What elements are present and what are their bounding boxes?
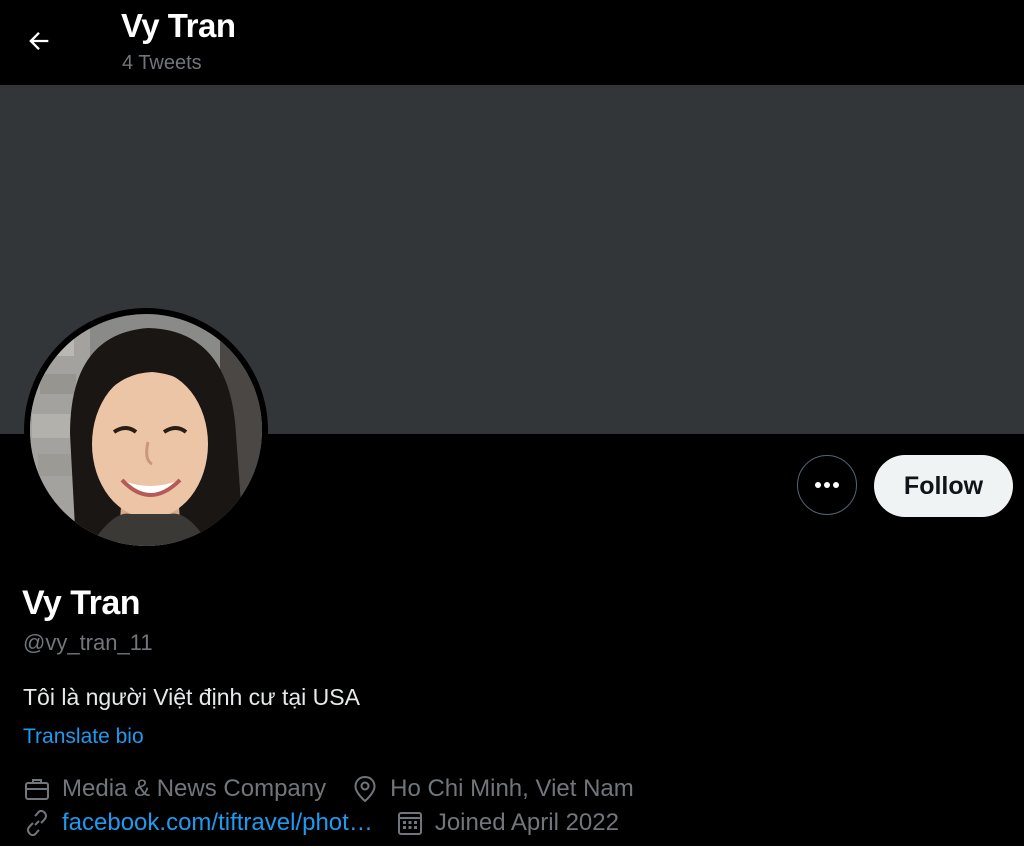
profile-location: Ho Chi Minh, Viet Nam [350,774,634,804]
profile-display-name: Vy Tran [22,584,141,622]
website-link[interactable]: facebook.com/tiftravel/phot… [62,809,373,837]
translate-bio-link[interactable]: Translate bio [23,725,144,749]
avatar[interactable] [24,308,268,552]
more-horizontal-icon [815,482,839,488]
profile-header: Vy Tran 4 Tweets [0,0,1024,85]
tweet-count: 4 Tweets [122,52,202,74]
profile-page: Vy Tran 4 Tweets Follow Vy Tran @vy_tran… [0,0,1024,846]
follow-button[interactable]: Follow [874,455,1013,517]
calendar-icon [395,808,425,838]
profile-bio: Tôi là người Việt định cư tại USA [23,684,360,710]
briefcase-icon [22,774,52,804]
location-pin-icon [350,774,380,804]
profile-category: Media & News Company [22,774,326,804]
location-text: Ho Chi Minh, Viet Nam [390,775,634,802]
profile-joined: Joined April 2022 [395,808,619,838]
avatar-photo [30,314,262,546]
profile-meta-row-2: facebook.com/tiftravel/phot… Joined Apri… [22,808,619,838]
arrow-left-icon [29,32,49,50]
back-button[interactable] [18,20,60,62]
profile-website[interactable]: facebook.com/tiftravel/phot… [22,808,373,838]
header-title: Vy Tran [121,7,236,44]
category-text: Media & News Company [62,775,327,802]
link-icon [22,808,52,838]
joined-text: Joined April 2022 [434,809,619,836]
profile-handle: @vy_tran_11 [23,630,153,655]
profile-meta-row-1: Media & News Company Ho Chi Minh, Viet N… [22,774,634,804]
more-options-button[interactable] [797,455,857,515]
